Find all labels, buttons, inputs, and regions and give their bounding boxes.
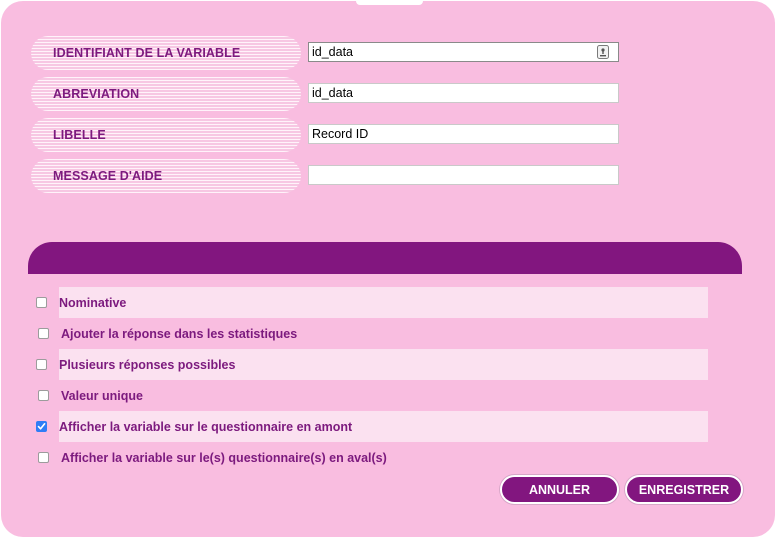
- field-label-abbreviation: ABREVIATION: [31, 77, 301, 111]
- option-row-show-downstream[interactable]: Afficher la variable sur le(s) questionn…: [36, 442, 708, 473]
- identifier-input[interactable]: [308, 42, 619, 62]
- option-row-nominative[interactable]: Nominative: [36, 287, 708, 318]
- variable-editor-panel: IDENTIFIANT DE LA VARIABLE ABREVIATION L…: [1, 1, 775, 537]
- option-checkbox[interactable]: [38, 390, 49, 401]
- save-button[interactable]: ENREGISTRER: [625, 475, 743, 504]
- abbreviation-input[interactable]: [308, 83, 619, 103]
- libelle-input[interactable]: [308, 124, 619, 144]
- option-checkbox[interactable]: [36, 297, 47, 308]
- option-checkbox[interactable]: [36, 421, 47, 432]
- cancel-button[interactable]: ANNULER: [500, 475, 619, 504]
- option-checkbox[interactable]: [36, 359, 47, 370]
- option-row-multiple-answers[interactable]: Plusieurs réponses possibles: [36, 349, 708, 380]
- option-row-unique-value[interactable]: Valeur unique: [36, 380, 708, 411]
- option-label: Ajouter la réponse dans les statistiques: [61, 326, 298, 341]
- key-icon[interactable]: [597, 45, 609, 59]
- option-checkbox[interactable]: [38, 452, 49, 463]
- option-label: Plusieurs réponses possibles: [59, 357, 236, 372]
- option-label: Afficher la variable sur le(s) questionn…: [61, 450, 387, 465]
- field-label-help-message: MESSAGE D'AIDE: [31, 159, 301, 193]
- checkmark-icon: [37, 423, 46, 430]
- option-label: Afficher la variable sur le questionnair…: [59, 419, 353, 434]
- help-message-input[interactable]: [308, 165, 619, 185]
- option-row-statistics[interactable]: Ajouter la réponse dans les statistiques: [36, 318, 708, 349]
- option-row-show-upstream[interactable]: Afficher la variable sur le questionnair…: [36, 411, 708, 442]
- option-checkbox[interactable]: [38, 328, 49, 339]
- field-label-identifier: IDENTIFIANT DE LA VARIABLE: [31, 36, 301, 70]
- option-label: Valeur unique: [61, 388, 143, 403]
- panel-notch: [356, 1, 423, 5]
- option-label: Nominative: [59, 295, 127, 310]
- field-label-libelle: LIBELLE: [31, 118, 301, 152]
- options-section-header: [28, 242, 742, 274]
